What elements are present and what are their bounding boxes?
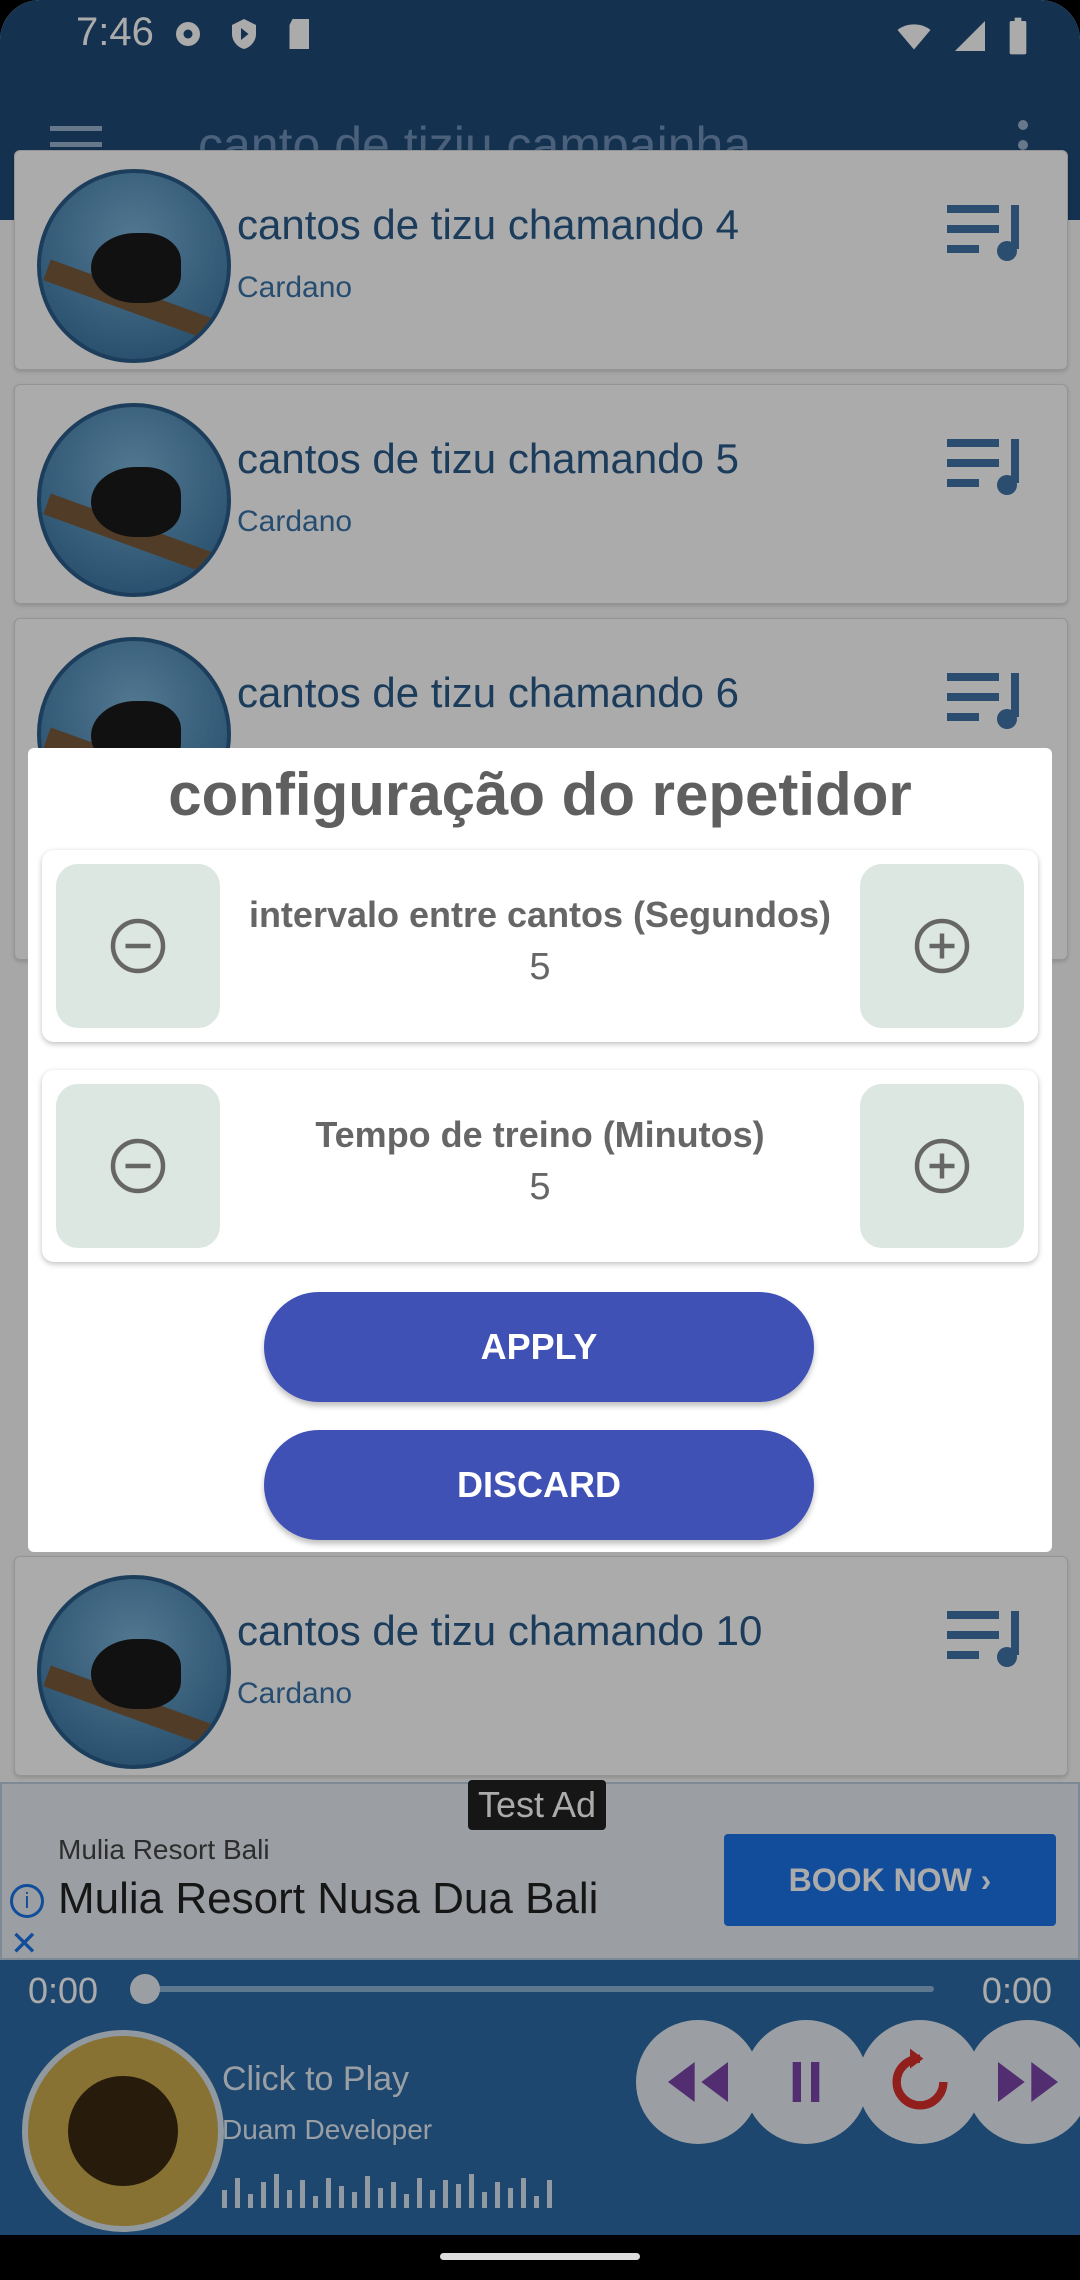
- minus-circle-icon: [110, 1138, 166, 1194]
- app-screen: 7:46 canto de tiziu campainha cantos de …: [0, 0, 1080, 2235]
- training-value: 5: [529, 1166, 551, 1208]
- repeater-settings-dialog: configuração do repetidor intervalo entr…: [28, 748, 1052, 1552]
- minus-circle-icon: [110, 918, 166, 974]
- navigation-bar: [0, 2235, 1080, 2280]
- training-increase-button[interactable]: [860, 1084, 1024, 1248]
- training-time-setting-row: Tempo de treino (Minutos) 5: [42, 1070, 1038, 1262]
- interval-label: intervalo entre cantos (Segundos): [248, 894, 832, 935]
- interval-value: 5: [529, 946, 551, 988]
- training-decrease-button[interactable]: [56, 1084, 220, 1248]
- interval-decrease-button[interactable]: [56, 864, 220, 1028]
- dialog-title: configuração do repetidor: [168, 761, 912, 828]
- interval-increase-button[interactable]: [860, 864, 1024, 1028]
- training-label: Tempo de treino (Minutos): [315, 1114, 765, 1155]
- apply-button[interactable]: APPLY: [264, 1292, 814, 1402]
- discard-button[interactable]: DISCARD: [264, 1430, 814, 1540]
- plus-circle-icon: [914, 918, 970, 974]
- home-gesture-handle[interactable]: [440, 2253, 640, 2260]
- interval-setting-row: intervalo entre cantos (Segundos) 5: [42, 850, 1038, 1042]
- plus-circle-icon: [914, 1138, 970, 1194]
